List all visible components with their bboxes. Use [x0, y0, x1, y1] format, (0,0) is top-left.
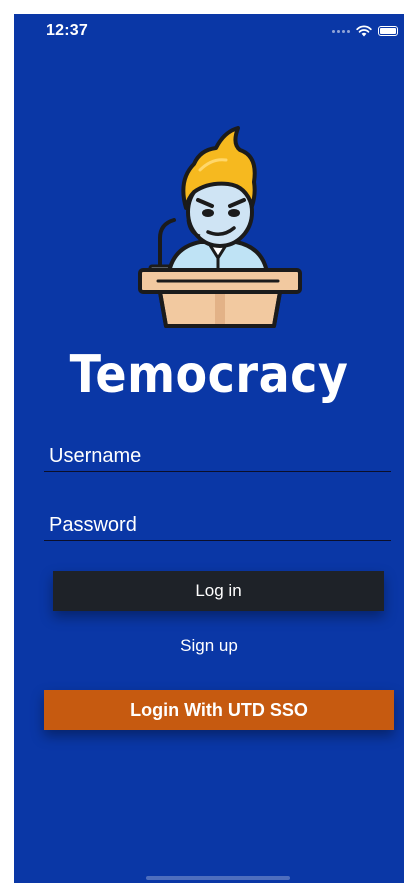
battery-icon — [378, 26, 398, 36]
signup-link[interactable]: Sign up — [14, 636, 404, 656]
wifi-icon — [356, 25, 372, 37]
username-field[interactable] — [44, 441, 391, 472]
sso-login-button[interactable]: Login With UTD SSO — [44, 690, 394, 730]
status-bar: 12:37 — [14, 14, 404, 58]
username-input[interactable] — [44, 441, 391, 471]
password-input[interactable] — [44, 510, 391, 540]
home-indicator — [146, 876, 290, 880]
cellular-dots-icon — [332, 29, 350, 33]
status-icons — [332, 25, 398, 37]
app-screen: 12:37 Temocracy Username Log in Sign up … — [14, 14, 404, 883]
status-time: 12:37 — [46, 22, 88, 39]
password-field[interactable] — [44, 510, 391, 541]
app-title: Temocracy — [69, 344, 349, 405]
login-button[interactable]: Log in — [53, 571, 384, 611]
speaker-at-podium-mascot-icon — [138, 126, 302, 328]
